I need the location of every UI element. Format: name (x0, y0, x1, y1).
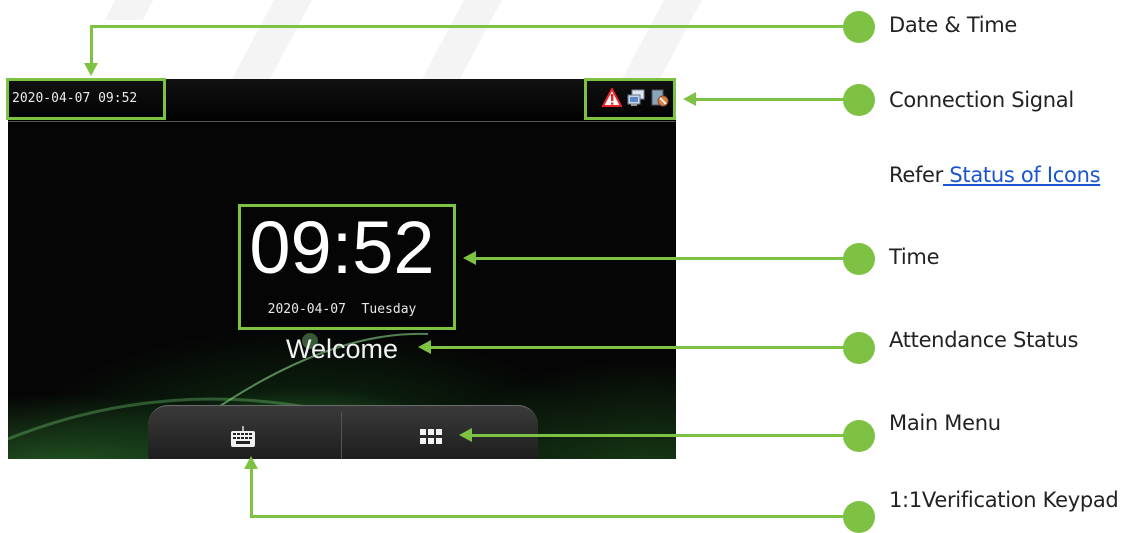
label-date-time: Date & Time (889, 13, 1018, 37)
softkey-divider (341, 412, 342, 459)
callout-dot-datetime (843, 11, 875, 43)
label-main-menu: Main Menu (889, 411, 1001, 435)
watermark-stripe (226, 0, 312, 90)
refer-prefix: Refer (889, 163, 944, 187)
keyboard-icon[interactable] (230, 426, 256, 448)
callout-dot-time (843, 243, 875, 275)
main-menu-icon[interactable] (419, 428, 443, 446)
attendance-status: Welcome (285, 334, 399, 364)
label-connection-signal: Connection Signal (889, 88, 1074, 112)
callout-line-datetime (91, 25, 855, 28)
callout-dot-main-menu (843, 420, 875, 452)
callout-line-keypad-vertical (250, 466, 253, 518)
callout-line-main-menu (470, 434, 854, 437)
status-of-icons-link[interactable]: Status of Icons (943, 163, 1100, 187)
callout-line-keypad (250, 515, 854, 518)
callout-line-time (474, 257, 854, 260)
softkey-bar (148, 405, 538, 459)
label-verification-keypad: 1:1Verification Keypad (889, 488, 1119, 512)
label-time: Time (889, 245, 940, 269)
callout-dot-attendance (843, 332, 875, 364)
watermark-stripe (416, 0, 502, 90)
time-highlight-frame (238, 204, 456, 330)
callout-line-datetime-vertical (90, 25, 93, 65)
datetime-highlight-frame (6, 78, 166, 120)
label-refer: Refer Status of Icons (889, 163, 1101, 187)
callout-line-connection (694, 98, 854, 101)
watermark-stripe (616, 0, 702, 90)
callout-dot-connection (843, 84, 875, 116)
arrow-down-icon (84, 63, 98, 76)
callout-dot-keypad (843, 501, 875, 533)
callout-line-attendance (429, 346, 854, 349)
icons-highlight-frame (584, 78, 676, 120)
label-attendance-status: Attendance Status (889, 328, 1079, 352)
watermark-stripe (104, 0, 154, 20)
